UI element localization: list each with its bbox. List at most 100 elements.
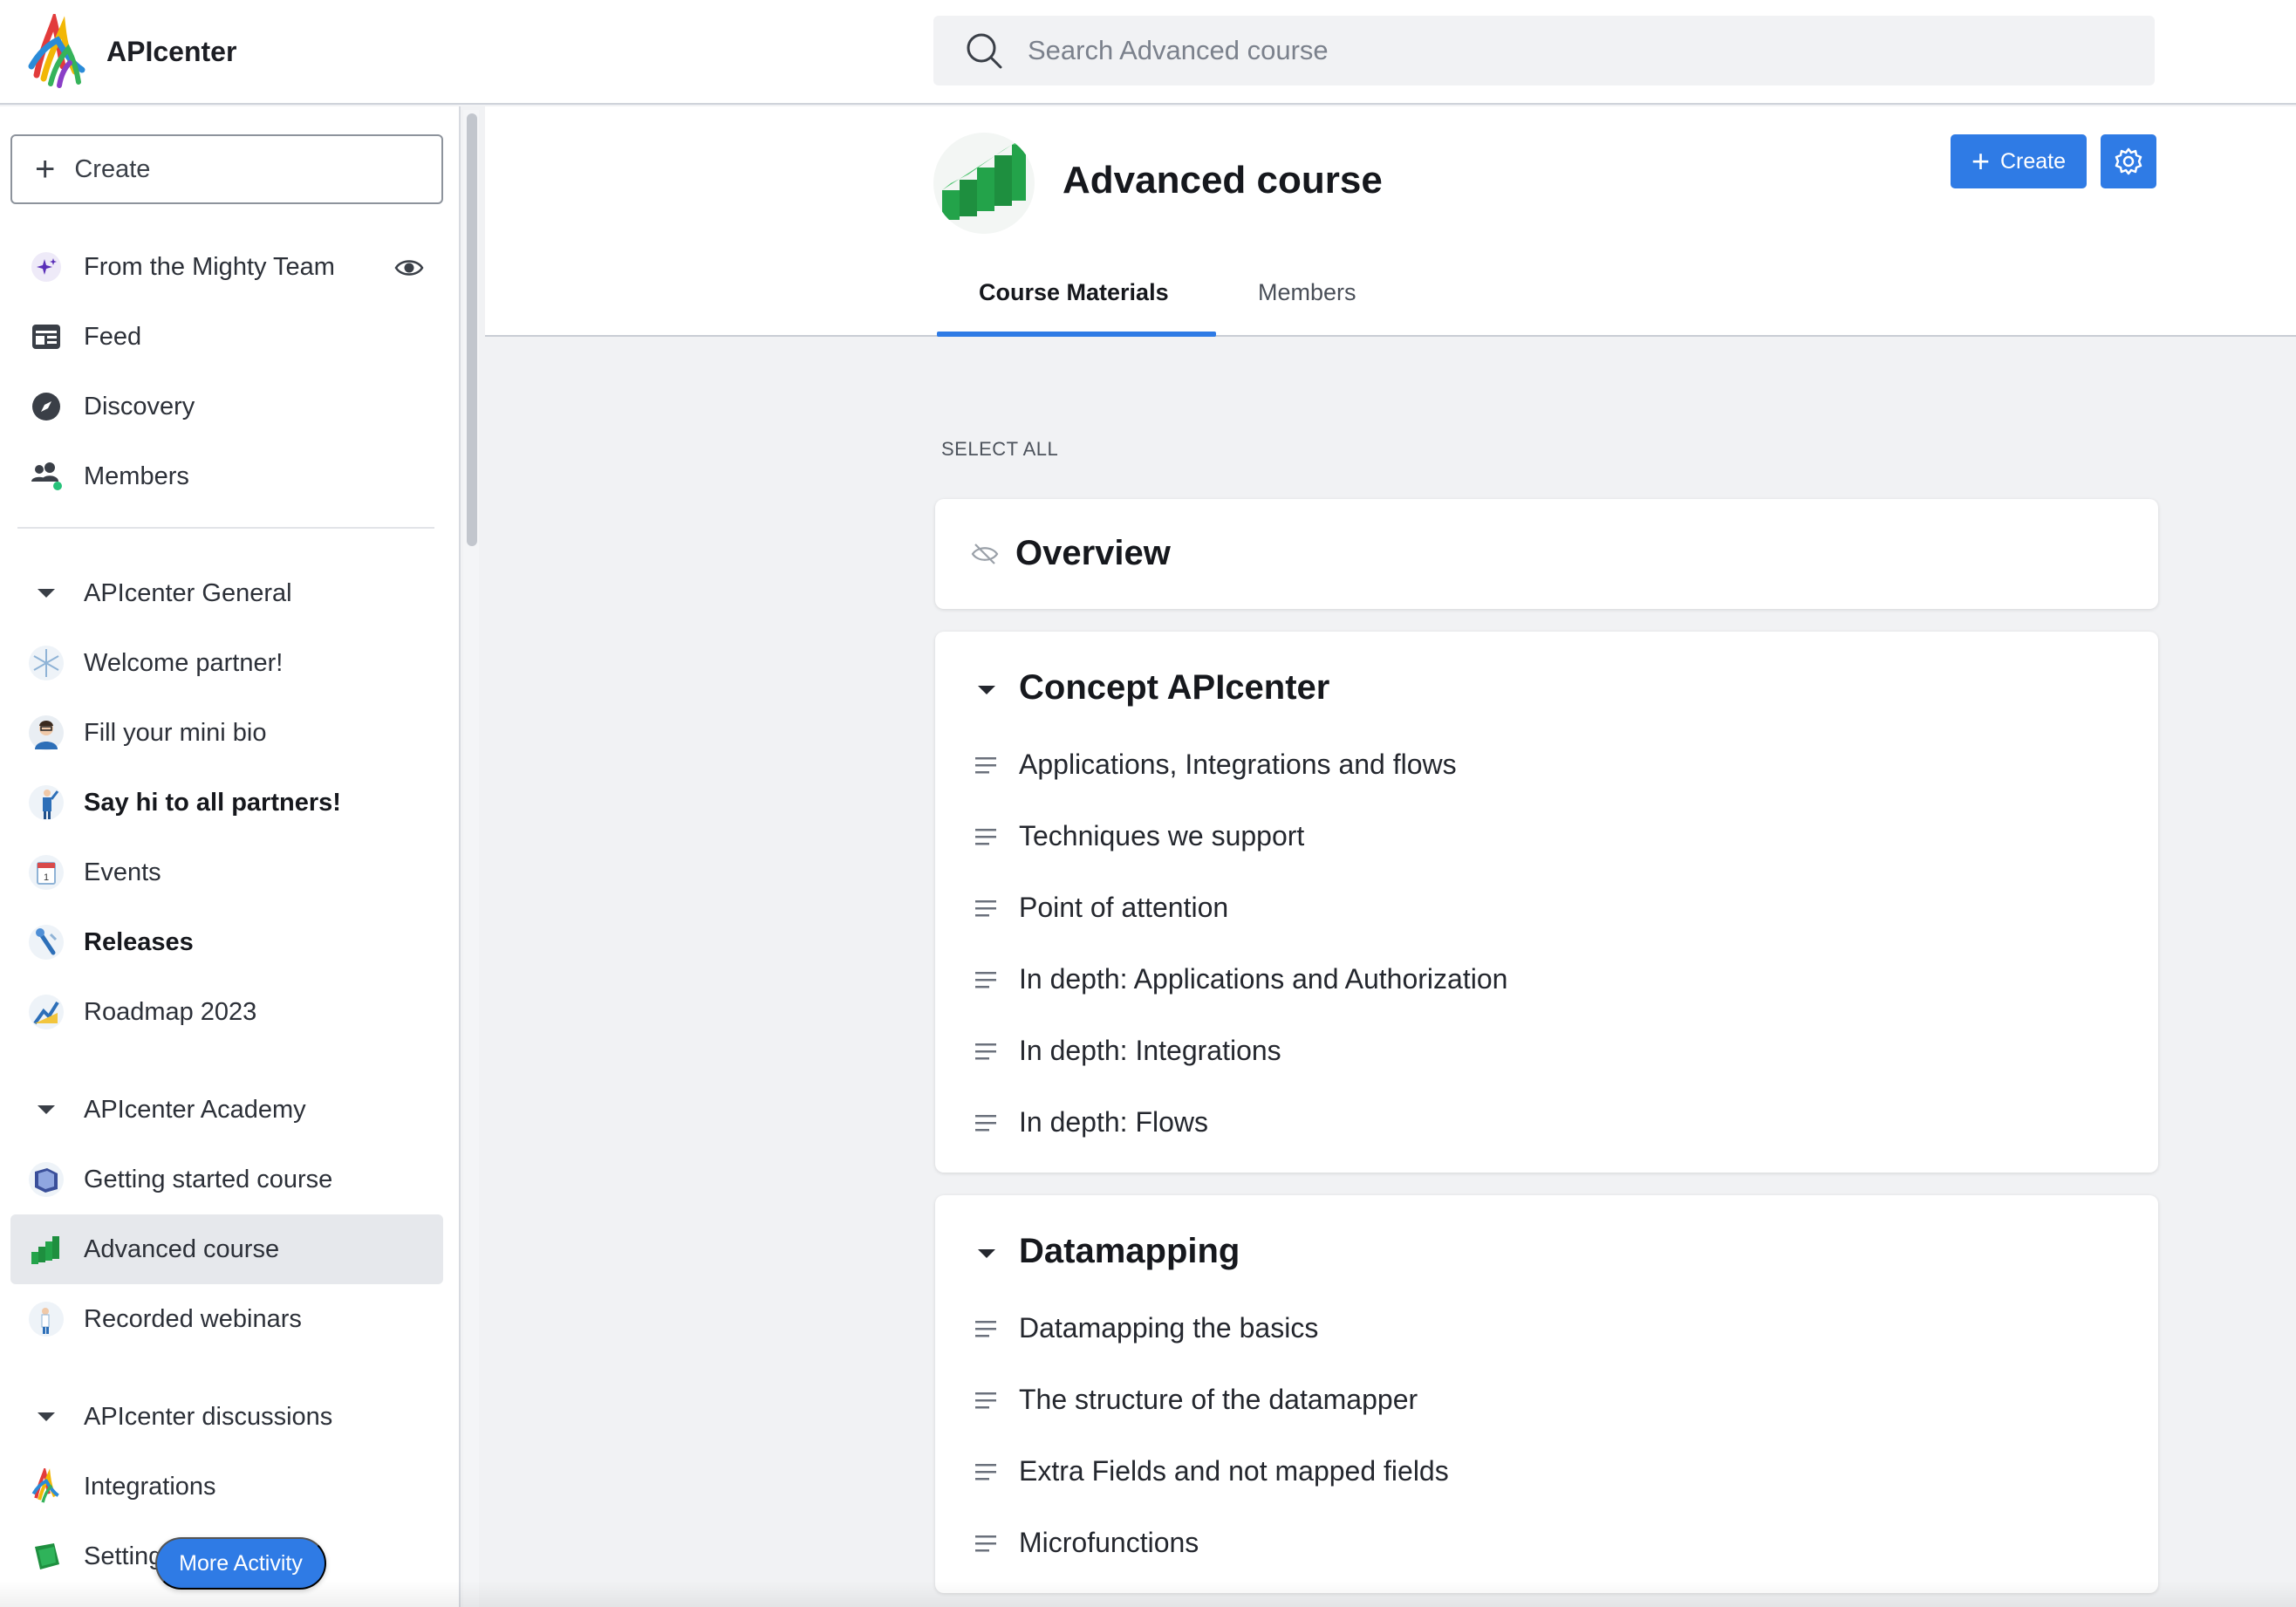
section-header-apicenter-discussions[interactable]: APIcenter discussions (10, 1382, 443, 1452)
snowflake-icon (28, 645, 65, 681)
settings-button[interactable] (2101, 134, 2156, 188)
search-bar[interactable] (933, 16, 2155, 85)
sidebar-item-members[interactable]: Members (10, 441, 443, 511)
lesson-label: In depth: Applications and Authorization (1019, 963, 1508, 995)
leaf-icon (28, 1538, 65, 1575)
caret-down-icon (28, 575, 65, 612)
members-icon (28, 458, 65, 495)
apicenter-logo-icon (28, 14, 85, 88)
section-title: Overview (1015, 534, 1171, 572)
calendar-icon: 1 (28, 854, 65, 891)
sidebar-item-mighty-team[interactable]: From the Mighty Team (10, 232, 443, 302)
sidebar-item-advanced-course[interactable]: Advanced course (10, 1214, 443, 1284)
sidebar-item-events[interactable]: 1 Events (10, 838, 443, 907)
sidebar-item-label: Fill your mini bio (84, 718, 267, 747)
sidebar-item-feed[interactable]: Feed (10, 302, 443, 372)
green-bars-icon (28, 1231, 65, 1268)
lesson-label: Applications, Integrations and flows (1019, 749, 1457, 780)
sidebar-item-label: Recorded webinars (84, 1304, 302, 1333)
select-all-link[interactable]: SELECT ALL (941, 438, 1058, 461)
lines-icon (975, 1043, 996, 1059)
lesson-item[interactable]: Microfunctions (974, 1527, 1199, 1559)
lesson-item[interactable]: Applications, Integrations and flows (974, 749, 1457, 781)
lines-icon (975, 1463, 996, 1480)
gear-icon (2115, 147, 2142, 175)
sidebar-create-button[interactable]: + Create (10, 134, 443, 204)
sidebar-item-label: Setting (84, 1542, 163, 1570)
section-header-apicenter-general[interactable]: APIcenter General (10, 558, 443, 628)
book-icon (28, 1161, 65, 1198)
lesson-item[interactable]: Techniques we support (974, 820, 1304, 852)
sidebar-item-welcome-partner[interactable]: Welcome partner! (10, 628, 443, 698)
app-name: APIcenter (106, 35, 237, 67)
sidebar: + Create From the Mighty Team Feed Disco… (0, 106, 461, 1607)
active-tab-indicator (937, 332, 1216, 337)
lesson-label: Datamapping the basics (1019, 1312, 1319, 1344)
sidebar-item-label: Events (84, 858, 161, 886)
sidebar-scrollbar[interactable] (463, 110, 479, 1607)
lesson-item[interactable]: Point of attention (974, 892, 1228, 924)
sidebar-item-say-hi[interactable]: Say hi to all partners! (10, 768, 443, 838)
sidebar-item-label: Integrations (84, 1472, 216, 1501)
section-title: APIcenter discussions (84, 1402, 333, 1431)
sidebar-item-integrations[interactable]: Integrations (10, 1452, 443, 1522)
section-header-apicenter-academy[interactable]: APIcenter Academy (10, 1075, 443, 1145)
top-bar: APIcenter (0, 0, 2296, 105)
section-card-concept-apicenter: Concept APIcenter Applications, Integrat… (935, 632, 2158, 1173)
sidebar-item-releases[interactable]: Releases (10, 907, 443, 977)
avatar-icon (28, 715, 65, 751)
sidebar-item-label: Discovery (84, 392, 195, 421)
lines-icon (975, 971, 996, 988)
lesson-item[interactable]: Extra Fields and not mapped fields (974, 1455, 1449, 1487)
tab-members[interactable]: Members (1258, 279, 1356, 306)
roadmap-icon (28, 994, 65, 1030)
eye-off-icon (971, 544, 999, 564)
lines-icon (975, 828, 996, 845)
lesson-label: The structure of the datamapper (1019, 1384, 1418, 1415)
svg-text:1: 1 (44, 872, 49, 883)
sidebar-item-label: Members (84, 462, 189, 490)
eye-icon[interactable] (394, 253, 424, 283)
sidebar-item-getting-started[interactable]: Getting started course (10, 1145, 443, 1214)
lesson-item[interactable]: Datamapping the basics (974, 1312, 1318, 1344)
lines-icon (975, 1392, 996, 1408)
caret-down-icon[interactable] (974, 677, 1000, 703)
sidebar-item-label: Feed (84, 322, 142, 351)
wrench-icon (28, 924, 65, 961)
section-title: APIcenter Academy (84, 1095, 306, 1124)
course-avatar (933, 133, 1035, 234)
sidebar-item-label: Releases (84, 927, 194, 956)
caret-down-icon (28, 1091, 65, 1128)
lesson-item[interactable]: In depth: Integrations (974, 1035, 1281, 1067)
section-card-overview[interactable]: Overview (935, 499, 2158, 609)
lines-icon (975, 899, 996, 916)
lesson-item[interactable]: The structure of the datamapper (974, 1384, 1418, 1416)
search-input[interactable] (1028, 35, 2074, 66)
create-button[interactable]: + Create (1951, 134, 2087, 188)
caret-down-icon[interactable] (974, 1241, 1000, 1267)
apicenter-logo-icon (28, 1468, 65, 1505)
course-header: Advanced course + Create Course Material… (485, 106, 2296, 337)
lesson-item[interactable]: In depth: Applications and Authorization (974, 963, 1507, 995)
lines-icon (975, 756, 996, 773)
compass-icon (28, 388, 65, 425)
sidebar-item-label: Advanced course (84, 1234, 280, 1263)
scrollbar-thumb[interactable] (467, 113, 477, 546)
bottom-shadow (0, 1581, 2296, 1607)
lesson-item[interactable]: In depth: Flows (974, 1106, 1208, 1139)
sidebar-item-roadmap[interactable]: Roadmap 2023 (10, 977, 443, 1047)
section-card-datamapping: Datamapping Datamapping the basics The s… (935, 1195, 2158, 1593)
feed-icon (28, 318, 65, 355)
tab-course-materials[interactable]: Course Materials (979, 279, 1169, 306)
sidebar-item-mini-bio[interactable]: Fill your mini bio (10, 698, 443, 768)
caret-down-icon (28, 1398, 65, 1435)
sidebar-divider (17, 527, 434, 529)
search-icon (967, 33, 1002, 69)
brand[interactable]: APIcenter (24, 14, 236, 89)
sidebar-item-label: Say hi to all partners! (84, 788, 341, 817)
section-title: APIcenter General (84, 578, 292, 607)
create-label: Create (74, 154, 151, 183)
green-bars-icon (942, 140, 1026, 220)
sidebar-item-recorded-webinars[interactable]: Recorded webinars (10, 1284, 443, 1354)
sidebar-item-discovery[interactable]: Discovery (10, 372, 443, 441)
